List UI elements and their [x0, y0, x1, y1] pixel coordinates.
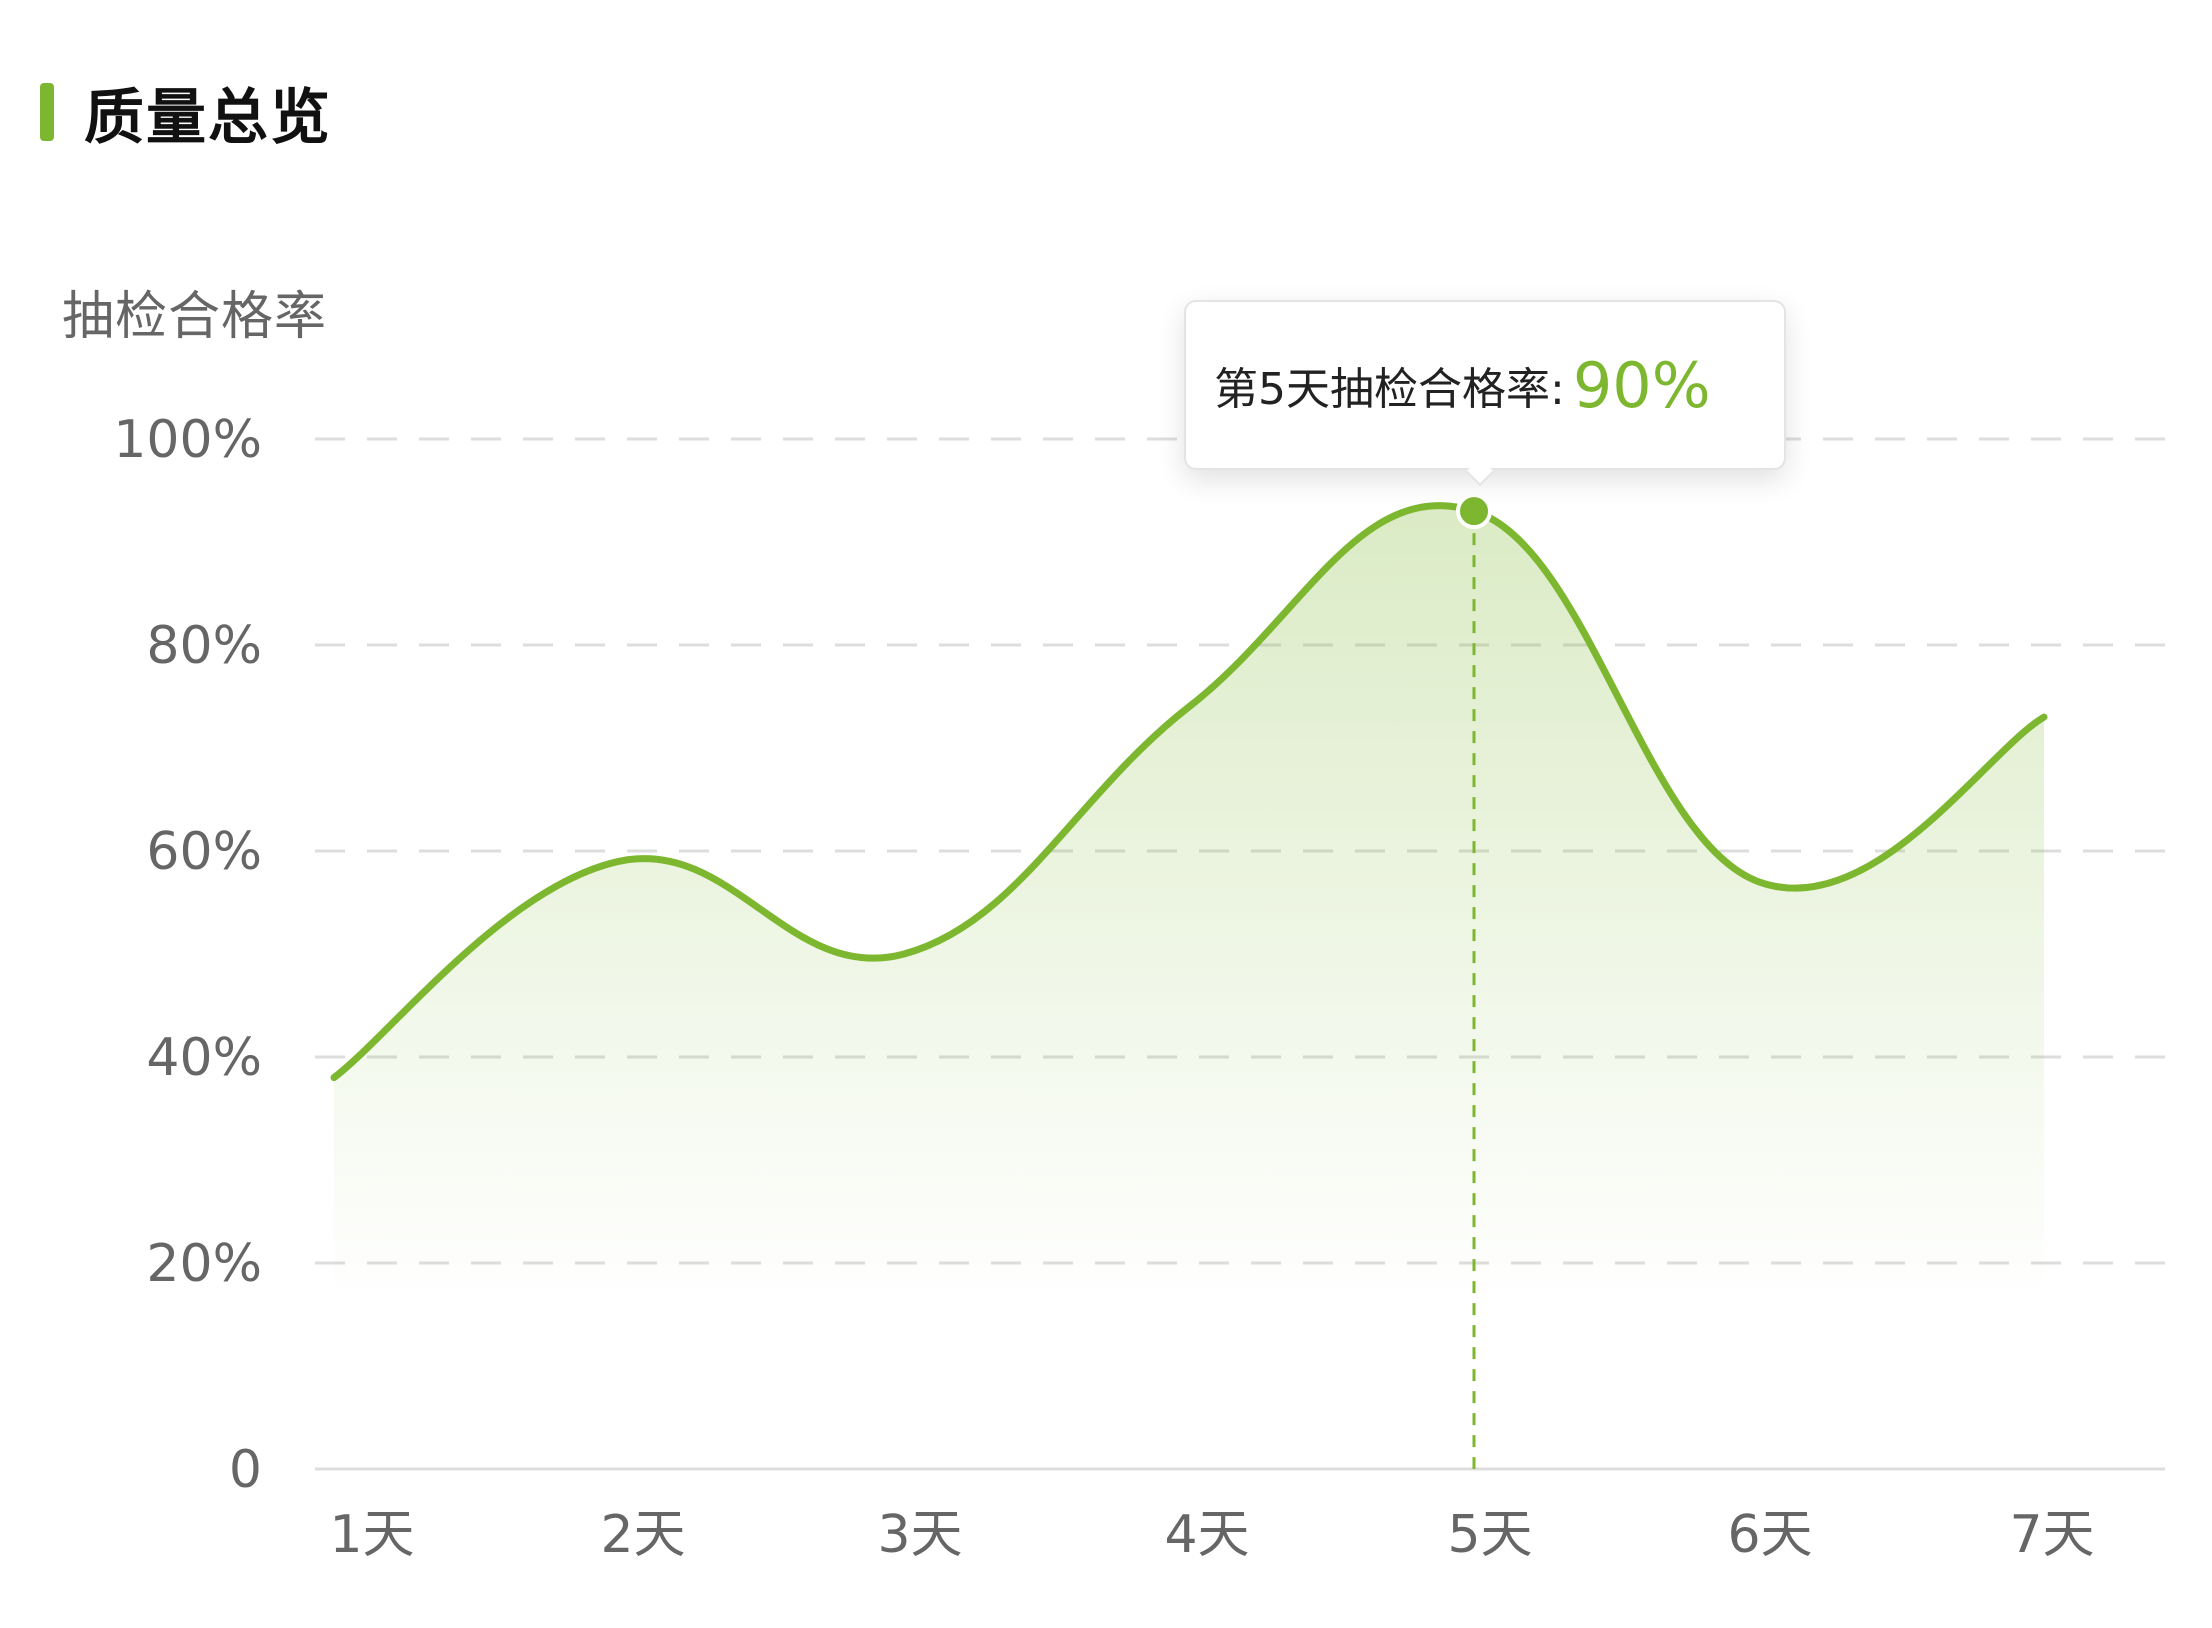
data-tooltip: 第5天抽检合格率: 90%: [1184, 300, 1786, 470]
y-tick-label: 40%: [146, 1028, 262, 1088]
x-tick-label: 7天: [2009, 1505, 2094, 1565]
x-tick-label: 2天: [600, 1505, 685, 1565]
x-tick-label: 3天: [877, 1505, 962, 1565]
highlight-point[interactable]: [1456, 493, 1492, 530]
x-tick-label: 1天: [329, 1505, 414, 1565]
x-tick-label: 5天: [1447, 1505, 1532, 1565]
tooltip-value: 90%: [1572, 348, 1711, 422]
y-tick-label: 80%: [146, 616, 262, 676]
x-tick-label: 6天: [1727, 1505, 1812, 1565]
y-tick-label: 20%: [146, 1234, 262, 1294]
y-tick-label: 100%: [113, 410, 262, 470]
y-tick-label: 0: [229, 1440, 262, 1500]
x-tick-label: 4天: [1164, 1505, 1249, 1565]
area-layer: [334, 505, 2044, 1300]
quality-line-chart: 0 20% 40% 60% 80% 100% 1天 2天 3天 4天 5天 6天 7天: [113, 410, 2165, 1565]
series-area: [334, 505, 2044, 1300]
y-tick-label: 60%: [146, 822, 262, 882]
tooltip-label: 第5天抽检合格率:: [1214, 364, 1565, 415]
